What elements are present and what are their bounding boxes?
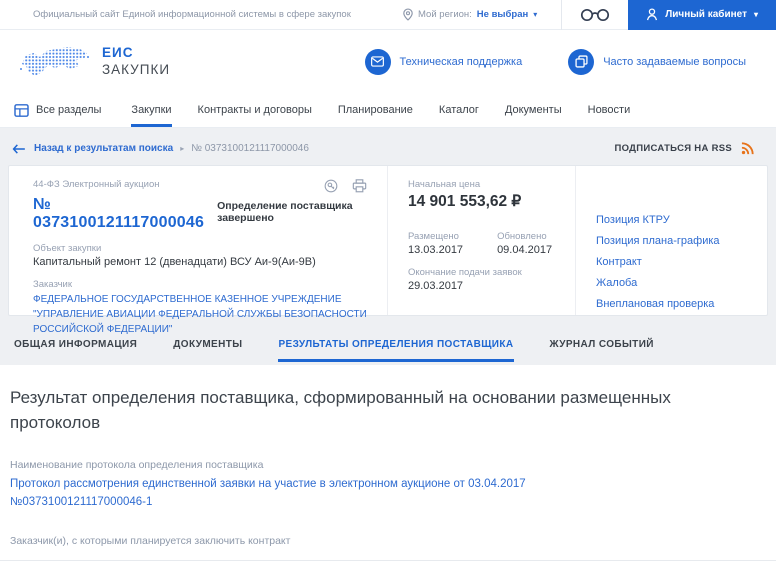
nav-item-catalog[interactable]: Каталог bbox=[439, 93, 479, 127]
region-label: Мой регион: bbox=[418, 9, 472, 20]
cabinet-label: Личный кабинет bbox=[665, 9, 747, 20]
object-value: Капитальный ремонт 12 (двенадцати) ВСУ А… bbox=[33, 256, 316, 268]
nav-item-planning[interactable]: Планирование bbox=[338, 93, 413, 127]
nav-item-contracts[interactable]: Контракты и договоры bbox=[198, 93, 312, 127]
purchase-summary-section: Назад к результатам поиска ▸ № 037310012… bbox=[0, 128, 776, 365]
tab-supplier-results[interactable]: РЕЗУЛЬТАТЫ ОПРЕДЕЛЕНИЯ ПОСТАВЩИКА bbox=[278, 326, 514, 362]
deadline-date: 29.03.2017 bbox=[408, 280, 464, 292]
glasses-icon bbox=[581, 8, 610, 21]
ktru-position-link[interactable]: Позиция КТРУ bbox=[596, 214, 751, 226]
logo-line-eis: ЕИС bbox=[102, 44, 134, 60]
nav-all-sections-label: Все разделы bbox=[36, 104, 102, 116]
tab-event-log[interactable]: ЖУРНАЛ СОБЫТИЙ bbox=[550, 326, 654, 362]
topbar: Официальный сайт Единой информационной с… bbox=[0, 0, 776, 30]
faq-label: Часто задаваемые вопросы bbox=[603, 55, 746, 68]
results-content: Результат определения поставщика, сформи… bbox=[0, 386, 776, 561]
deadline-label: Окончание подачи заявок bbox=[408, 267, 522, 278]
back-to-search-link[interactable]: Назад к результатам поиска bbox=[12, 143, 173, 154]
nav-item-zakupki[interactable]: Закупки bbox=[131, 93, 172, 127]
chevron-down-icon: ▾ bbox=[533, 9, 538, 19]
nav-item-documents[interactable]: Документы bbox=[505, 93, 562, 127]
tab-documents[interactable]: ДОКУМЕНТЫ bbox=[173, 326, 242, 362]
chevron-down-icon: ▾ bbox=[753, 9, 758, 19]
breadcrumb: Назад к результатам поиска ▸ № 037310012… bbox=[8, 128, 768, 155]
protocol-name-label: Наименование протокола определения поста… bbox=[10, 459, 264, 472]
tech-support-link[interactable]: Техническая поддержка bbox=[364, 48, 523, 75]
complaint-link[interactable]: Жалоба bbox=[596, 277, 751, 289]
site-title: Официальный сайт Единой информационной с… bbox=[33, 9, 351, 20]
law-and-method-label: 44-ФЗ Электронный аукцион bbox=[33, 179, 160, 190]
placed-date-block: Размещено 13.03.2017 bbox=[408, 231, 463, 256]
header-links: Техническая поддержка Часто задаваемые в… bbox=[364, 48, 746, 75]
purchase-card-middle: Начальная цена 14 901 553,62 ₽ Размещено… bbox=[387, 166, 575, 315]
logo-line-zakupki: ЗАКУПКИ bbox=[102, 61, 171, 77]
breadcrumb-current: № 0373100121117000046 bbox=[191, 143, 309, 154]
faq-pages-icon bbox=[568, 48, 595, 75]
price-label: Начальная цена bbox=[408, 179, 481, 190]
purchase-card-actions bbox=[324, 179, 367, 193]
updated-date-block: Обновлено 09.04.2017 bbox=[497, 231, 552, 256]
purchase-status-badge: Определение поставщика завершено bbox=[217, 200, 353, 224]
customer-label: Заказчик bbox=[33, 279, 73, 290]
placed-date: 13.03.2017 bbox=[408, 244, 464, 256]
updated-label: Обновлено bbox=[497, 231, 547, 242]
russia-map-logo-icon bbox=[20, 46, 89, 76]
logo-text: ЕИС ЗАКУПКИ bbox=[102, 45, 170, 79]
nav-all-sections[interactable]: Все разделы bbox=[14, 103, 102, 117]
nav-item-news[interactable]: Новости bbox=[588, 93, 631, 127]
user-icon bbox=[647, 8, 658, 21]
purchase-card: 44-ФЗ Электронный аукцион № 037310012111… bbox=[8, 165, 768, 335]
protocol-link[interactable]: Протокол рассмотрения единственной заявк… bbox=[10, 476, 550, 511]
tab-general-info[interactable]: ОБЩАЯ ИНФОРМАЦИЯ bbox=[14, 326, 137, 362]
purchase-card-left: 44-ФЗ Электронный аукцион № 037310012111… bbox=[9, 166, 387, 335]
tech-support-label: Техническая поддержка bbox=[399, 55, 523, 68]
print-icon[interactable] bbox=[352, 179, 367, 193]
updated-date: 09.04.2017 bbox=[497, 244, 553, 256]
personal-cabinet-button[interactable]: Личный кабинет ▾ bbox=[628, 0, 776, 30]
purchase-card-links: Позиция КТРУ Позиция плана-графика Контр… bbox=[575, 166, 767, 315]
placed-label: Размещено bbox=[408, 231, 459, 242]
price-value: 14 901 553,62 ₽ bbox=[408, 193, 522, 210]
plan-schedule-position-link[interactable]: Позиция плана-графика bbox=[596, 235, 751, 247]
topbar-right: Мой регион: Не выбран ▾ Личный кабинет ▾ bbox=[403, 0, 776, 30]
region-selector[interactable]: Мой регион: Не выбран ▾ bbox=[403, 8, 537, 21]
sections-grid-icon bbox=[14, 103, 29, 117]
eis-logo[interactable]: ЕИС ЗАКУПКИ bbox=[18, 42, 170, 82]
object-label: Объект закупки bbox=[33, 243, 102, 254]
faq-link[interactable]: Часто задаваемые вопросы bbox=[568, 48, 746, 75]
back-arrow-icon bbox=[12, 143, 25, 154]
rss-icon bbox=[741, 142, 754, 155]
permalink-icon[interactable] bbox=[324, 179, 338, 193]
purchase-number-link[interactable]: № 0373100121117000046 bbox=[33, 196, 204, 232]
page-title: Результат определения поставщика, сформи… bbox=[10, 388, 671, 432]
rss-subscribe-link[interactable]: ПОДПИСАТЬСЯ НА RSS bbox=[614, 142, 754, 155]
accessibility-version-button[interactable] bbox=[562, 0, 628, 29]
envelope-icon bbox=[364, 48, 391, 75]
rss-subscribe-label: ПОДПИСАТЬСЯ НА RSS bbox=[614, 143, 732, 154]
main-nav: Все разделы Закупки Контракты и договоры… bbox=[0, 93, 776, 128]
main-header: ЕИС ЗАКУПКИ Техническая поддержка Часто … bbox=[0, 30, 776, 93]
back-to-search-label: Назад к результатам поиска bbox=[34, 143, 174, 154]
unscheduled-inspection-link[interactable]: Внеплановая проверка bbox=[596, 298, 751, 310]
breadcrumb-separator-icon: ▸ bbox=[180, 144, 185, 153]
region-value: Не выбран bbox=[476, 9, 529, 20]
contract-link[interactable]: Контракт bbox=[596, 256, 751, 268]
customers-contract-label: Заказчик(и), с которыми планируется закл… bbox=[10, 534, 291, 547]
location-pin-icon bbox=[403, 8, 413, 21]
purchase-tabs: ОБЩАЯ ИНФОРМАЦИЯ ДОКУМЕНТЫ РЕЗУЛЬТАТЫ ОП… bbox=[8, 326, 768, 362]
